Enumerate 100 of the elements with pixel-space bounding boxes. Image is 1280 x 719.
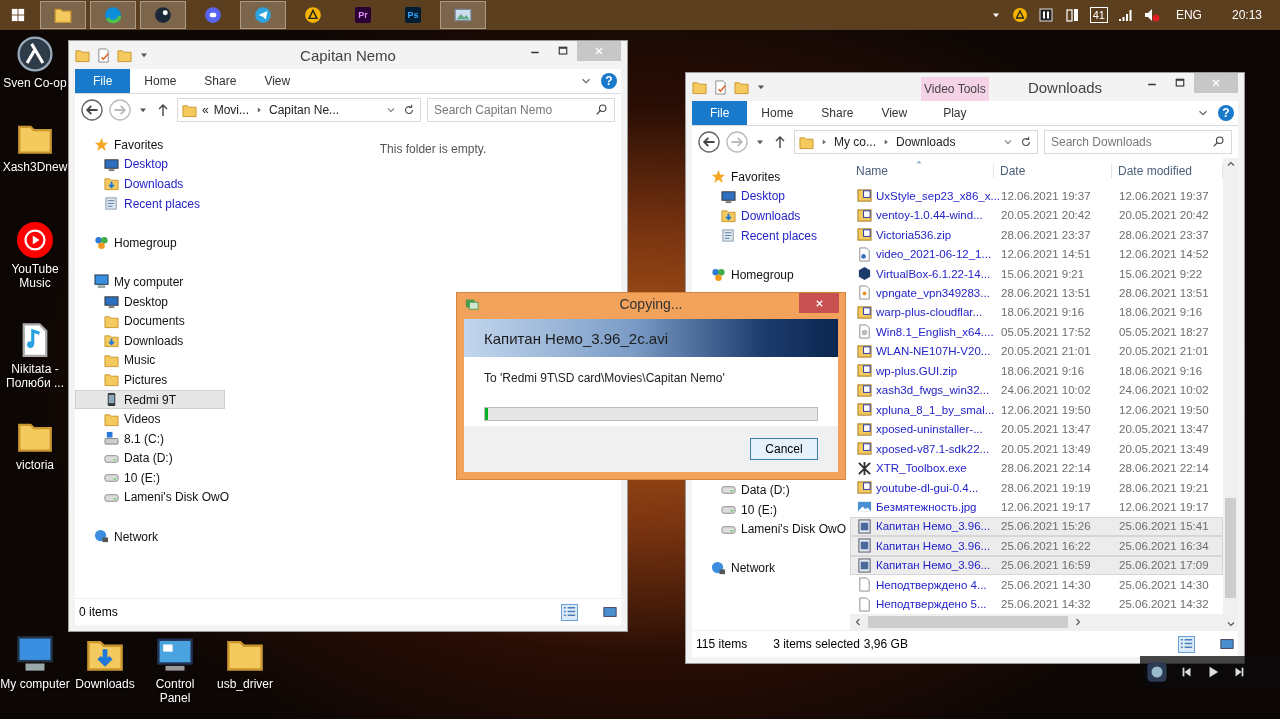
nav-item[interactable]: Downloads: [75, 174, 225, 194]
nav-item[interactable]: Homegroup: [75, 232, 225, 253]
file-row[interactable]: xposed-v87.1-sdk22... 20.05.2021 13:49 20.05.2021 13:49: [850, 438, 1223, 459]
nav-item[interactable]: Desktop: [75, 154, 225, 175]
nav-item[interactable]: Favorites: [75, 135, 225, 155]
nav-item[interactable]: Downloads: [75, 330, 225, 351]
nav-item[interactable]: Videos: [75, 409, 225, 429]
file-row[interactable]: Win8.1_English_x64.... 05.05.2021 17:52 05.05.2021 18:27: [850, 322, 1223, 342]
breadcrumb[interactable]: Capitan Ne...: [269, 103, 340, 117]
nav-item[interactable]: Network: [692, 558, 850, 579]
nav-item[interactable]: Data (D:): [692, 480, 850, 500]
breadcrumb[interactable]: Movi...: [213, 103, 250, 117]
language-indicator[interactable]: ENG: [1175, 8, 1202, 22]
desktop-icon-label[interactable]: Nikitata - Полюби ...: [0, 362, 70, 390]
file-row[interactable]: Капитан Немо_3.96... 25.06.2021 15:26 25.06.2021 15:41: [850, 516, 1223, 537]
nav-item[interactable]: Recent places: [75, 193, 225, 214]
nav-item[interactable]: 10 (E:): [75, 468, 225, 488]
taskbar-app[interactable]: [40, 1, 86, 29]
nav-item[interactable]: Redmi 9T: [75, 389, 225, 410]
desktop-icon-label[interactable]: Downloads: [70, 677, 140, 691]
file-row[interactable]: Неподтверждено 5... 25.06.2021 14:32 25.06.2021 14:32: [850, 594, 1223, 614]
file-row[interactable]: Капитан Немо_3.96... 25.06.2021 16:22 25.06.2021 16:34: [850, 536, 1223, 556]
desktop-icon-label[interactable]: usb_driver: [210, 677, 280, 691]
nav-item[interactable]: My computer: [75, 272, 225, 292]
nav-item[interactable]: Network: [75, 526, 225, 547]
search-field[interactable]: Search Downloads: [1044, 130, 1232, 154]
back-icon[interactable]: [81, 99, 103, 121]
help-icon[interactable]: ?: [1218, 105, 1234, 121]
battery-icon[interactable]: [1063, 7, 1080, 23]
nav-item[interactable]: Homegroup: [692, 264, 850, 285]
properties-icon[interactable]: [96, 47, 111, 63]
nav-item[interactable]: Pictures: [75, 370, 225, 390]
ribbon-tab[interactable]: View: [867, 101, 922, 125]
address-bar[interactable]: « Movi... Capitan Ne...: [177, 98, 421, 122]
desktop-icon-label[interactable]: Xash3Dnew: [0, 160, 70, 174]
ribbon-tab[interactable]: View: [250, 69, 305, 93]
file-row[interactable]: UxStyle_sep23_x86_x...12.06.2021 19:37 12.06.2021 19:37: [850, 186, 1223, 206]
ribbon-tab[interactable]: Share: [807, 101, 868, 125]
file-row[interactable]: xposed-uninstaller-... 20.05.2021 13:47 20.05.2021 13:47: [850, 419, 1223, 439]
file-row[interactable]: ventoy-1.0.44-wind... 20.05.2021 20:42 20.05.2021 20:42: [850, 205, 1223, 225]
address-bar[interactable]: My co... Downloads: [794, 130, 1038, 154]
large-icons-view-icon[interactable]: [1220, 637, 1234, 651]
breadcrumb[interactable]: Downloads: [896, 135, 956, 149]
horizontal-scrollbar[interactable]: [850, 614, 1223, 630]
file-row[interactable]: Безмятежность.jpg 12.06.2021 19:17 12.06.2021 19:17: [850, 497, 1223, 517]
vertical-scrollbar[interactable]: [1223, 158, 1238, 630]
music-play-icon[interactable]: [17, 222, 53, 258]
nav-item[interactable]: Documents: [75, 311, 225, 331]
breadcrumb-overflow[interactable]: «: [202, 103, 209, 117]
nav-item[interactable]: Music: [75, 350, 225, 371]
nav-item[interactable]: Recent places: [692, 225, 850, 246]
search-field[interactable]: Search Capitan Nemo: [427, 98, 615, 122]
help-icon[interactable]: ?: [601, 73, 617, 89]
details-view-icon[interactable]: [562, 604, 577, 620]
breadcrumb[interactable]: My co...: [834, 135, 876, 149]
signal-icon[interactable]: [1117, 7, 1134, 23]
refresh-icon[interactable]: [1019, 135, 1033, 149]
nav-item[interactable]: Downloads: [692, 206, 850, 226]
taskbar-app[interactable]: [140, 1, 186, 29]
pause-icon[interactable]: [1037, 7, 1054, 23]
refresh-icon[interactable]: [402, 103, 416, 117]
nav-item[interactable]: 8.1 (C:): [75, 428, 225, 449]
clock[interactable]: 20:13: [1231, 8, 1262, 22]
file-row[interactable]: VirtualBox-6.1.22-14... 15.06.2021 9:21 15.06.2021 9:22: [850, 263, 1223, 284]
ribbon-tab[interactable]: Share: [190, 69, 251, 93]
column-header[interactable]: Name: [850, 164, 994, 178]
file-row[interactable]: Капитан Немо_3.96... 25.06.2021 16:59 25.06.2021 17:09: [850, 555, 1223, 576]
nav-item[interactable]: Desktop: [75, 291, 225, 312]
file-row[interactable]: Victoria536.zip 28.06.2021 23:37 28.06.2021 23:37: [850, 224, 1223, 245]
triangle-circle-icon[interactable]: [1011, 7, 1028, 23]
large-icons-view-icon[interactable]: [603, 605, 617, 619]
previous-icon[interactable]: [1180, 665, 1194, 679]
nav-item[interactable]: Desktop: [692, 186, 850, 207]
file-row[interactable]: video_2021-06-12_1... 12.06.2021 14:51 12.06.2021 14:52: [850, 244, 1223, 264]
nav-item[interactable]: Favorites: [692, 167, 850, 187]
desktop-icon-label[interactable]: YouTube Music: [0, 262, 70, 290]
ribbon-tab[interactable]: Home: [130, 69, 191, 93]
file-row[interactable]: warp-plus-cloudflar... 18.06.2021 9:16 18.06.2021 9:16: [850, 302, 1223, 323]
details-view-icon[interactable]: [1179, 636, 1194, 652]
desktop-icon-label[interactable]: Sven Co-op: [0, 76, 70, 90]
file-row[interactable]: xpluna_8_1_by_smal... 12.06.2021 19:50 12.06.2021 19:50: [850, 400, 1223, 420]
cancel-button[interactable]: Cancel: [750, 438, 818, 460]
desktop-icon-label[interactable]: My computer: [0, 677, 70, 691]
scrollbar-thumb[interactable]: [1225, 498, 1236, 598]
column-header[interactable]: Date: [994, 164, 1112, 178]
nav-item[interactable]: Lameni's Disk OwO: [692, 519, 850, 539]
taskbar-app[interactable]: [240, 1, 286, 29]
tray-badge[interactable]: 41: [1089, 7, 1108, 23]
file-row[interactable]: WLAN-NE107H-V20... 20.05.2021 21:01 20.05.2021 21:01: [850, 341, 1223, 362]
file-row[interactable]: XTR_Toolbox.exe 28.06.2021 22:14 28.06.2021 22:14: [850, 458, 1223, 478]
back-icon[interactable]: [698, 131, 720, 153]
file-row[interactable]: xash3d_fwgs_win32... 24.06.2021 10:02 24.06.2021 10:02: [850, 380, 1223, 400]
app-icon[interactable]: [1146, 661, 1168, 683]
properties-icon[interactable]: [713, 79, 728, 95]
desktop-icon-label[interactable]: Control Panel: [140, 677, 210, 705]
desktop-icon-label[interactable]: victoria: [0, 458, 70, 472]
file-row[interactable]: wp-plus.GUI.zip 18.06.2021 9:16 18.06.2021 9:16: [850, 361, 1223, 381]
file-row[interactable]: Неподтверждено 4... 25.06.2021 14:30 25.06.2021 14:30: [850, 575, 1223, 595]
nav-item[interactable]: Data (D:): [75, 448, 225, 469]
taskbar-app[interactable]: Pr: [340, 1, 386, 29]
